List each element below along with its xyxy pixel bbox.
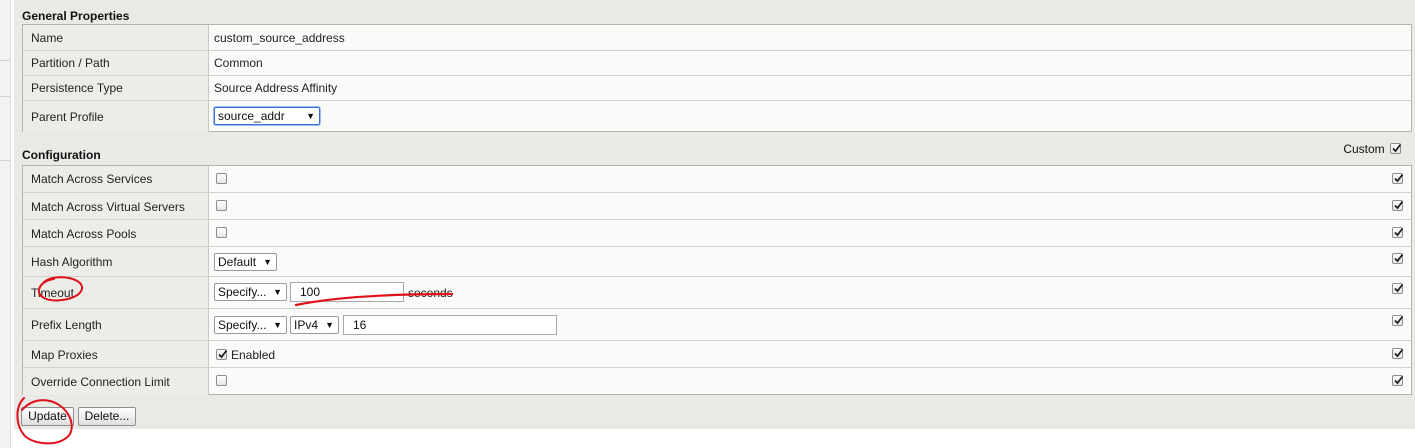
timeout-label: Timeout bbox=[31, 286, 74, 300]
left-gutter bbox=[0, 0, 11, 448]
match-across-services-label: Match Across Services bbox=[31, 172, 153, 186]
table-row: Partition / Path Common bbox=[23, 50, 1411, 75]
row-label-cell: Timeout bbox=[23, 277, 209, 309]
row-label-cell: Parent Profile bbox=[23, 101, 209, 132]
hash-algorithm-label: Hash Algorithm bbox=[31, 255, 113, 269]
persistence-type-value: Source Address Affinity bbox=[214, 81, 338, 95]
table-row: Hash Algorithm Default ▼ bbox=[23, 246, 1411, 277]
persistence-type-label: Persistence Type bbox=[31, 81, 123, 95]
custom-header: Custom bbox=[1343, 142, 1402, 157]
configuration-table: Match Across Services Match Across Virtu… bbox=[22, 165, 1412, 395]
partition-path-value: Common bbox=[214, 56, 263, 70]
chevron-down-icon: ▼ bbox=[273, 287, 282, 297]
row-label-cell: Match Across Virtual Servers bbox=[23, 193, 209, 220]
timeout-mode-selected: Specify... bbox=[218, 285, 267, 299]
checkmark-icon bbox=[1394, 283, 1404, 293]
gutter-divider bbox=[0, 160, 10, 161]
table-row: Match Across Virtual Servers bbox=[23, 192, 1411, 220]
row-label-cell: Partition / Path bbox=[23, 51, 209, 75]
gutter-divider bbox=[0, 60, 10, 61]
timeout-input[interactable]: 100 bbox=[290, 282, 404, 302]
row-label-cell: Name bbox=[23, 25, 209, 50]
prefix-length-custom-checkbox[interactable] bbox=[1392, 315, 1404, 326]
parent-profile-label: Parent Profile bbox=[31, 109, 104, 124]
parent-profile-selected: source_addr bbox=[218, 109, 285, 123]
checkmark-icon bbox=[1394, 348, 1404, 358]
row-label-cell: Hash Algorithm bbox=[23, 247, 209, 277]
table-row: Map Proxies Enabled bbox=[23, 340, 1411, 368]
table-row: Prefix Length Specify... ▼ IPv4 ▼ 16 bbox=[23, 308, 1411, 341]
timeout-mode-select[interactable]: Specify... ▼ bbox=[214, 283, 287, 301]
override-connection-limit-custom-checkbox[interactable] bbox=[1392, 375, 1404, 386]
checkmark-icon bbox=[1394, 227, 1404, 237]
match-across-pools-checkbox[interactable] bbox=[216, 227, 227, 238]
row-label-cell: Match Across Pools bbox=[23, 220, 209, 247]
delete-button[interactable]: Delete... bbox=[78, 407, 136, 426]
general-properties-table: Name custom_source_address Partition / P… bbox=[22, 24, 1412, 132]
table-row: Match Across Pools bbox=[23, 219, 1411, 247]
gutter-divider bbox=[0, 96, 10, 97]
timeout-custom-checkbox[interactable] bbox=[1392, 283, 1404, 294]
prefix-length-family-selected: IPv4 bbox=[294, 318, 319, 332]
checkmark-icon bbox=[1394, 200, 1404, 210]
parent-profile-select[interactable]: source_addr ▼ bbox=[214, 107, 320, 125]
checkmark-icon bbox=[1394, 173, 1404, 183]
name-value: custom_source_address bbox=[214, 30, 345, 45]
custom-label: Custom bbox=[1343, 142, 1385, 156]
map-proxies-checkbox[interactable] bbox=[216, 349, 228, 360]
checkmark-icon bbox=[218, 349, 228, 359]
table-row: Override Connection Limit bbox=[23, 367, 1411, 395]
chevron-down-icon: ▼ bbox=[306, 111, 315, 121]
match-across-services-checkbox[interactable] bbox=[216, 173, 227, 184]
map-proxies-enabled-label: Enabled bbox=[231, 347, 276, 362]
override-connection-limit-label: Override Connection Limit bbox=[31, 374, 170, 389]
match-across-services-custom-checkbox[interactable] bbox=[1392, 173, 1404, 184]
table-row: Timeout Specify... ▼ 100 seconds bbox=[23, 276, 1411, 309]
timeout-unit: seconds bbox=[408, 286, 453, 300]
row-label-cell: Match Across Services bbox=[23, 166, 209, 192]
checkmark-icon bbox=[1394, 315, 1404, 325]
override-connection-limit-checkbox[interactable] bbox=[216, 375, 227, 386]
checkmark-icon bbox=[1394, 375, 1404, 385]
prefix-length-family-select[interactable]: IPv4 ▼ bbox=[290, 316, 339, 334]
match-across-pools-label: Match Across Pools bbox=[31, 226, 137, 241]
prefix-length-mode-select[interactable]: Specify... ▼ bbox=[214, 316, 287, 334]
checkmark-icon bbox=[1392, 143, 1402, 153]
f5-persistence-profile-page: General Properties Name custom_source_ad… bbox=[0, 0, 1415, 448]
hash-algorithm-custom-checkbox[interactable] bbox=[1392, 253, 1404, 264]
name-label: Name bbox=[31, 30, 64, 45]
map-proxies-label: Map Proxies bbox=[31, 347, 98, 362]
match-across-pools-custom-checkbox[interactable] bbox=[1392, 227, 1404, 238]
hash-algorithm-selected: Default bbox=[218, 255, 257, 269]
general-properties-title: General Properties bbox=[22, 9, 130, 23]
chevron-down-icon: ▼ bbox=[325, 320, 334, 330]
row-label-cell: Map Proxies bbox=[23, 341, 209, 368]
custom-all-checkbox[interactable] bbox=[1390, 143, 1402, 154]
configuration-title: Configuration bbox=[22, 148, 101, 162]
match-across-virtual-servers-custom-checkbox[interactable] bbox=[1392, 200, 1404, 211]
prefix-length-mode-selected: Specify... bbox=[218, 318, 267, 332]
match-across-virtual-servers-label: Match Across Virtual Servers bbox=[31, 199, 185, 214]
map-proxies-custom-checkbox[interactable] bbox=[1392, 348, 1404, 359]
table-row: Match Across Services bbox=[23, 166, 1411, 192]
chevron-down-icon: ▼ bbox=[273, 320, 282, 330]
checkmark-icon bbox=[1394, 253, 1404, 263]
match-across-virtual-servers-checkbox[interactable] bbox=[216, 200, 227, 211]
row-label-cell: Prefix Length bbox=[23, 309, 209, 341]
table-row: Parent Profile source_addr ▼ bbox=[23, 100, 1411, 132]
table-row: Name custom_source_address bbox=[23, 25, 1411, 50]
partition-path-label: Partition / Path bbox=[31, 56, 110, 70]
prefix-length-input[interactable]: 16 bbox=[343, 315, 557, 335]
prefix-length-label: Prefix Length bbox=[31, 318, 102, 332]
update-button[interactable]: Update bbox=[21, 407, 74, 426]
row-label-cell: Persistence Type bbox=[23, 76, 209, 100]
table-row: Persistence Type Source Address Affinity bbox=[23, 75, 1411, 100]
hash-algorithm-select[interactable]: Default ▼ bbox=[214, 253, 277, 271]
row-label-cell: Override Connection Limit bbox=[23, 368, 209, 395]
chevron-down-icon: ▼ bbox=[263, 257, 272, 267]
